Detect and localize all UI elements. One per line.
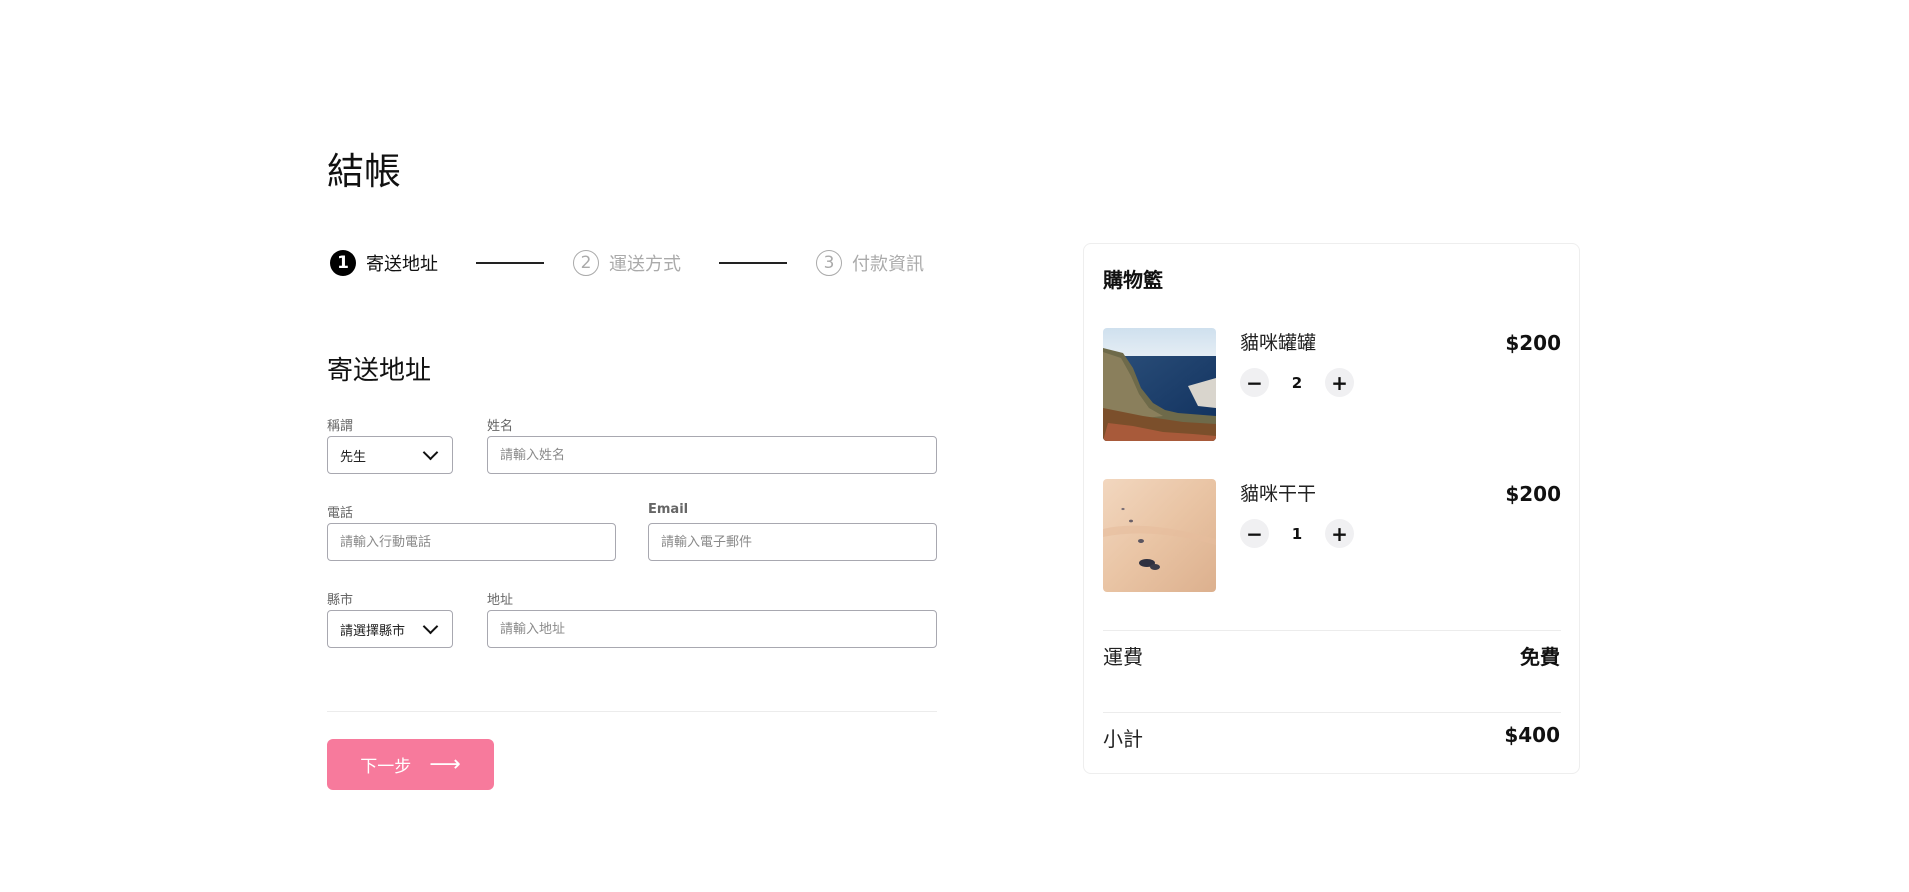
phone-label: 電話: [327, 506, 354, 521]
coastal-cliff-photo: [1103, 328, 1216, 441]
arrow-right-icon: ⟶: [429, 752, 461, 777]
minus-icon[interactable]: −: [1240, 519, 1269, 548]
step-number-3: 3: [816, 250, 842, 276]
title-select[interactable]: 先生: [327, 436, 453, 474]
address-input[interactable]: [487, 610, 937, 648]
shipping-value: 免費: [1520, 645, 1560, 669]
step-connector: [476, 262, 544, 264]
cart-divider: [1103, 712, 1561, 713]
plus-icon[interactable]: +: [1325, 368, 1354, 397]
address-label: 地址: [487, 593, 514, 608]
name-input[interactable]: [487, 436, 937, 474]
title-select-value: 先生: [340, 449, 367, 465]
item-name: 貓咪干干: [1240, 483, 1317, 505]
item-name: 貓咪罐罐: [1240, 332, 1317, 354]
quantity-value: 2: [1291, 373, 1303, 392]
item-price: $200: [1505, 482, 1561, 506]
checkout-page: 結帳 1 寄送地址 2 運送方式 3 付款資訊 寄送地址 稱謂 先生 姓名 電話…: [0, 0, 1909, 892]
step-payment-info[interactable]: 3 付款資訊: [816, 250, 924, 276]
city-label: 縣市: [327, 593, 354, 608]
cart-item: 貓咪干干 $200 − 1 +: [1103, 479, 1561, 592]
quantity-stepper: − 2 +: [1240, 368, 1354, 397]
subtotal-label: 小計: [1103, 727, 1143, 751]
next-step-label: 下一步: [360, 757, 412, 777]
step-shipping-method[interactable]: 2 運送方式: [573, 250, 681, 276]
cart-panel: 購物籃 貓咪罐罐 $200 − 2 + 貓咪干干 $200 − 1 + 運費 免…: [1083, 243, 1580, 774]
title-label: 稱謂: [327, 419, 354, 434]
form-divider: [327, 711, 937, 712]
quantity-stepper: − 1 +: [1240, 519, 1354, 548]
city-select[interactable]: 請選擇縣市: [327, 610, 453, 648]
step-label: 付款資訊: [852, 254, 924, 275]
chevron-down-icon: [422, 618, 439, 635]
phone-input[interactable]: [327, 523, 616, 561]
email-label: Email: [648, 502, 689, 517]
email-input[interactable]: [648, 523, 937, 561]
cart-divider: [1103, 630, 1561, 631]
step-label: 運送方式: [609, 254, 681, 275]
item-price: $200: [1505, 331, 1561, 355]
subtotal-value: $400: [1504, 723, 1560, 747]
step-label: 寄送地址: [366, 254, 438, 275]
minus-icon[interactable]: −: [1240, 368, 1269, 397]
section-title: 寄送地址: [327, 356, 432, 386]
next-step-button[interactable]: 下一步 ⟶: [327, 739, 494, 790]
step-shipping-address[interactable]: 1 寄送地址: [330, 250, 438, 276]
step-number-2: 2: [573, 250, 599, 276]
step-connector: [719, 262, 787, 264]
city-select-value: 請選擇縣市: [340, 623, 406, 639]
chevron-down-icon: [422, 444, 439, 461]
page-title: 結帳: [327, 150, 401, 193]
name-label: 姓名: [487, 419, 514, 434]
plus-icon[interactable]: +: [1325, 519, 1354, 548]
quantity-value: 1: [1291, 524, 1303, 543]
cart-title: 購物籃: [1103, 268, 1163, 292]
cart-item: 貓咪罐罐 $200 − 2 +: [1103, 328, 1561, 441]
checkout-stepper: 1 寄送地址 2 運送方式 3 付款資訊: [330, 248, 933, 278]
step-number-1: 1: [330, 250, 356, 276]
shipping-label: 運費: [1103, 645, 1143, 669]
sand-dune-photo: [1103, 479, 1216, 592]
